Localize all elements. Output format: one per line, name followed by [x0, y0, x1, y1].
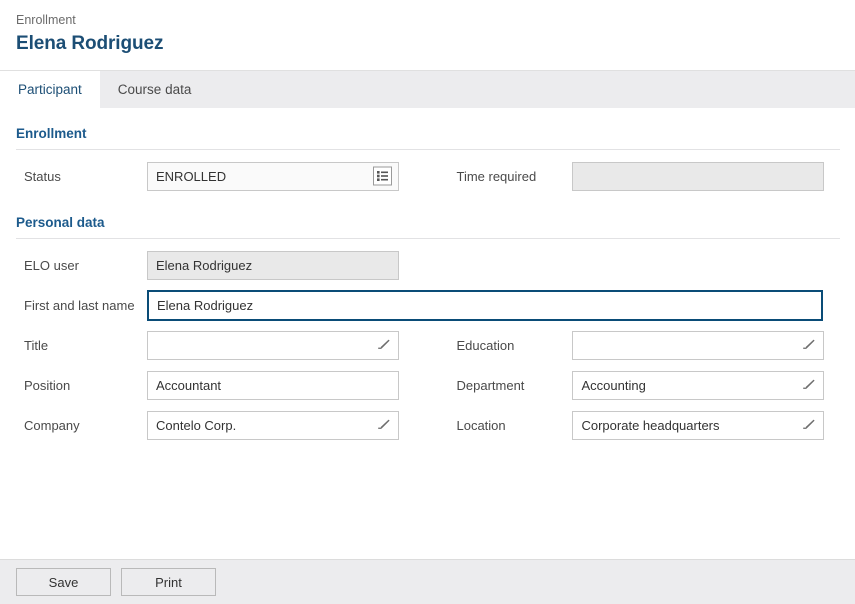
tab-participant[interactable]: Participant [0, 71, 100, 108]
input-company[interactable]: Contelo Corp. [147, 410, 399, 440]
form-row-company-location: Company Contelo Corp. Location Corporate… [16, 405, 839, 445]
form-row-status: Status ENROLLED Time required [16, 156, 839, 196]
section-divider-enrollment [16, 149, 840, 150]
input-time-required [572, 161, 825, 191]
pencil-icon[interactable] [801, 417, 817, 433]
section-title-personal-data: Personal data [16, 215, 105, 230]
section-divider-personal-data [16, 238, 840, 239]
page-title: Elena Rodriguez [16, 33, 164, 54]
print-button[interactable]: Print [121, 568, 216, 596]
input-education[interactable] [572, 330, 825, 360]
pencil-icon[interactable] [376, 337, 392, 353]
input-status-value: ENROLLED [156, 168, 227, 184]
form-row-title-education: Title Education [16, 325, 839, 365]
form-row-full-name: First and last name Elena Rodriguez [16, 285, 839, 325]
form-cell-company: Company Contelo Corp. [16, 410, 440, 440]
tab-participant-label: Participant [18, 82, 82, 97]
label-status: Status [24, 168, 61, 184]
input-elo-user-value: Elena Rodriguez [156, 257, 253, 273]
label-full-name: First and last name [24, 297, 135, 313]
page-header: Enrollment Elena Rodriguez [0, 0, 855, 70]
input-position-value: Accountant [156, 377, 222, 393]
tab-course-data-label: Course data [117, 82, 192, 97]
pencil-icon[interactable] [376, 417, 392, 433]
label-time-required: Time required [456, 168, 537, 184]
tab-strip: Participant Course data [0, 70, 855, 108]
input-status[interactable]: ENROLLED [147, 161, 399, 191]
pencil-icon[interactable] [801, 377, 817, 393]
form-cell-education: Education [440, 330, 839, 360]
footer-action-bar: Save Print [0, 559, 855, 604]
label-title: Title [24, 337, 49, 353]
form-cell-position: Position Accountant [16, 370, 440, 400]
input-location[interactable]: Corporate headquarters [572, 410, 825, 440]
list-picker-icon[interactable] [373, 166, 392, 186]
label-education: Education [456, 337, 515, 353]
form-cell-department: Department Accounting [440, 370, 839, 400]
section-title-enrollment: Enrollment [16, 126, 87, 141]
label-position: Position [24, 377, 71, 393]
input-full-name[interactable]: Elena Rodriguez [147, 289, 823, 321]
input-elo-user: Elena Rodriguez [147, 250, 399, 280]
form-cell-time-required: Time required [440, 161, 839, 191]
input-full-name-value: Elena Rodriguez [157, 297, 254, 313]
form-cell-elo-user: ELO user Elena Rodriguez [16, 250, 441, 280]
label-department: Department [456, 377, 525, 393]
input-department[interactable]: Accounting [572, 370, 825, 400]
form-cell-location: Location Corporate headquarters [440, 410, 839, 440]
form-cell-full-name: First and last name Elena Rodriguez [16, 289, 823, 321]
save-button[interactable]: Save [16, 568, 111, 596]
form-content: Enrollment Status ENROLLED Time required… [0, 107, 855, 552]
label-location: Location [456, 417, 506, 433]
input-location-value: Corporate headquarters [581, 417, 720, 433]
input-department-value: Accounting [581, 377, 646, 393]
tab-course-data[interactable]: Course data [99, 71, 210, 108]
input-title[interactable] [147, 330, 399, 360]
form-cell-title: Title [16, 330, 440, 360]
form-row-elo-user: ELO user Elena Rodriguez [16, 245, 839, 285]
label-elo-user: ELO user [24, 257, 79, 273]
breadcrumb: Enrollment [16, 13, 76, 27]
tab-strip-filler [209, 71, 855, 108]
form-cell-status: Status ENROLLED [16, 161, 440, 191]
form-row-position-department: Position Accountant Department Accountin… [16, 365, 839, 405]
label-company: Company [24, 417, 80, 433]
pencil-icon[interactable] [801, 337, 817, 353]
input-company-value: Contelo Corp. [156, 417, 237, 433]
input-position[interactable]: Accountant [147, 370, 399, 400]
